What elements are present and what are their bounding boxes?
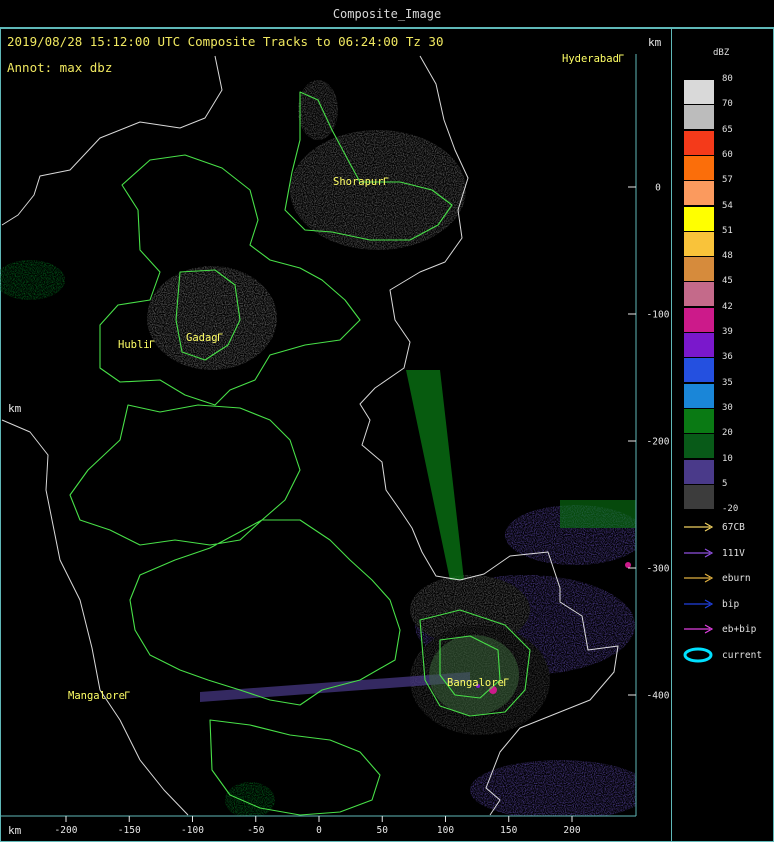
- legend-label: -20: [722, 504, 739, 515]
- legend-swatch: [684, 130, 714, 155]
- legend-label: 48: [722, 251, 733, 262]
- legend-swatch: [684, 155, 714, 180]
- y-tick-label: -400: [647, 691, 670, 702]
- city-label-shorapur: Shorapur: [333, 176, 384, 188]
- radar-map[interactable]: 0 -100 -200 -300 -400 -200 -150 -100 -50 0 50 100 1…: [0, 0, 774, 842]
- legend-swatch: [684, 307, 714, 332]
- x-ticks: -200 -150 -100 -50 0 50 100 150 200: [55, 816, 581, 836]
- legend-label: 54: [722, 200, 733, 211]
- track-arrow-icon: [684, 598, 714, 609]
- track-arrow-icon: [684, 522, 714, 532]
- track-arrow-icon: [684, 573, 714, 583]
- legend-swatch: [684, 408, 714, 433]
- legend-swatch: [684, 105, 714, 130]
- city-label-gadag: Gadag: [186, 332, 218, 344]
- y-tick-label: -300: [647, 564, 670, 575]
- x-tick-label: -200: [55, 825, 78, 836]
- legend-label: 57: [722, 175, 733, 186]
- legend-label: 65: [722, 124, 733, 135]
- legend-label: 45: [722, 276, 733, 287]
- track-arrow-icon: [684, 624, 714, 634]
- legend-swatch: [684, 434, 714, 459]
- legend-label: 10: [722, 453, 733, 464]
- city-marker-icon: [619, 54, 624, 62]
- legend-label: 30: [722, 402, 733, 413]
- legend-swatch: [684, 80, 714, 104]
- legend-swatch: [684, 484, 714, 509]
- legend-swatch: [684, 459, 714, 484]
- current-ellipse-icon: [683, 647, 713, 662]
- city-marker-icon: [125, 691, 130, 699]
- reflectivity-layer: [0, 80, 636, 816]
- legend-swatch: [684, 383, 714, 408]
- track-label-67cb: 67CB: [722, 522, 745, 533]
- legend-swatch: [684, 358, 714, 383]
- legend-swatch: [684, 181, 714, 206]
- legend-label: 70: [722, 99, 733, 110]
- x-tick-label: -150: [118, 825, 141, 836]
- track-label-bip: bip: [722, 598, 740, 610]
- legend-swatch: [684, 282, 714, 307]
- track-label-111v: 111V: [722, 547, 745, 559]
- x-tick-label: 200: [563, 825, 580, 836]
- legend-label: 42: [722, 301, 733, 312]
- x-tick-label: -100: [181, 825, 204, 836]
- track-label-eburn: eburn: [722, 573, 751, 584]
- city-marker-icon: [150, 340, 155, 348]
- legend-label: 36: [722, 352, 733, 363]
- legend-swatch: [684, 206, 714, 231]
- x-tick-label: 100: [437, 825, 454, 836]
- coastline: [1, 419, 189, 816]
- legend-label: 5: [722, 478, 728, 489]
- x-tick-label: -50: [247, 825, 264, 836]
- legend-label: 20: [722, 428, 733, 439]
- legend-swatch: [684, 257, 714, 282]
- x-tick-label: 50: [377, 825, 389, 836]
- x-tick-label: 150: [500, 825, 517, 836]
- city-label-mangalore: Mangalore: [68, 690, 125, 702]
- city-label-hubli: Hubli: [118, 339, 150, 351]
- y-tick-label: -100: [647, 310, 670, 321]
- y-tick-label: -200: [647, 437, 670, 448]
- legend-label: 80: [722, 74, 733, 84]
- track-arrow-icon: [684, 547, 714, 558]
- city-label-hyderabad: Hyderabad: [562, 53, 619, 65]
- legend-swatch: [684, 231, 714, 256]
- legend-swatch: [684, 333, 714, 357]
- x-tick-label: 0: [316, 825, 322, 836]
- legend-label: 35: [722, 377, 733, 388]
- legend-label: 60: [722, 149, 733, 160]
- y-tick-label: 0: [655, 183, 661, 194]
- city-label-bangalore: Bangalore: [447, 677, 504, 689]
- legend-title: dBZ: [713, 48, 730, 58]
- track-label-current: current: [722, 649, 763, 661]
- legend-label: 39: [722, 327, 733, 337]
- legend-label: 51: [722, 225, 733, 236]
- track-label-eb-bip: eb+bip: [722, 624, 757, 635]
